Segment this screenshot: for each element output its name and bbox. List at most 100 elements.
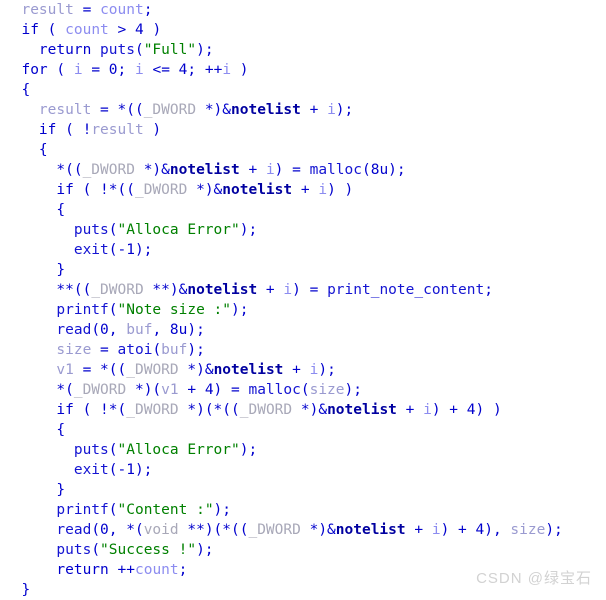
code-line[interactable]: exit(-1);: [0, 240, 606, 260]
code-line[interactable]: printf("Note size :");: [0, 300, 606, 320]
code-token-plain: *)&: [187, 182, 223, 198]
code-token-func: read: [56, 322, 92, 338]
code-line[interactable]: *(_DWORD *)(v1 + 4) = malloc(size);: [0, 380, 606, 400]
code-line[interactable]: **((_DWORD **)&notelist + i) = print_not…: [0, 280, 606, 300]
code-line[interactable]: if ( !result ): [0, 120, 606, 140]
code-token-var: buf: [161, 342, 188, 358]
code-token-plain: ;: [178, 562, 188, 578]
code-line[interactable]: if ( !*(_DWORD *)(*((_DWORD *)&notelist …: [0, 400, 606, 420]
code-line[interactable]: {: [0, 80, 606, 100]
code-token-plain: *(: [4, 382, 74, 398]
code-line[interactable]: size = atoi(buf);: [0, 340, 606, 360]
code-token-plain: *)&: [178, 362, 214, 378]
code-token-loopvar: i: [318, 182, 328, 198]
code-token-plain: (-1);: [108, 462, 153, 478]
code-token-plain: + 4) =: [178, 382, 249, 398]
code-token-plain: {: [4, 82, 31, 98]
code-token-plain: ) =: [292, 282, 328, 298]
code-token-func: atoi: [117, 342, 153, 358]
code-line[interactable]: puts("Alloca Error");: [0, 220, 606, 240]
code-token-plain: = *((: [91, 102, 144, 118]
code-line[interactable]: return ++count;: [0, 560, 606, 580]
code-token-type: _DWORD: [248, 522, 301, 538]
code-token-plain: );: [335, 102, 354, 118]
code-token-loopvar: i: [265, 162, 275, 178]
code-token-global: notelist: [327, 402, 397, 418]
code-token-type: _DWORD: [134, 182, 188, 198]
code-token-plain: +: [283, 362, 310, 378]
code-token-var: size: [309, 382, 345, 398]
code-token-func: puts: [73, 222, 109, 238]
code-line[interactable]: exit(-1);: [0, 460, 606, 480]
code-token-loopvar: i: [423, 402, 432, 418]
code-token-type: _DWORD: [73, 382, 127, 398]
code-line[interactable]: {: [0, 200, 606, 220]
code-line[interactable]: puts("Success !");: [0, 540, 606, 560]
code-line[interactable]: }: [0, 260, 606, 280]
code-token-plain: );: [231, 302, 249, 318]
code-token-var: result: [91, 122, 144, 138]
code-token-plain: );: [545, 522, 563, 538]
code-token-loopvar: i: [327, 102, 336, 118]
code-line[interactable]: {: [0, 420, 606, 440]
code-token-plain: (0, *(: [91, 522, 144, 538]
code-line[interactable]: puts("Alloca Error");: [0, 440, 606, 460]
code-token-plain: ) + 4),: [440, 522, 511, 538]
code-token-var: result: [38, 102, 92, 118]
code-token-func: printf: [56, 502, 109, 518]
code-line[interactable]: printf("Content :");: [0, 500, 606, 520]
code-token-global: notelist: [169, 162, 240, 178]
code-token-plain: }: [4, 482, 66, 498]
code-token-plain: *)&: [196, 102, 232, 118]
code-line[interactable]: if ( count > 4 ): [0, 20, 606, 40]
code-token-plain: (: [108, 502, 118, 518]
code-token-keyword: if: [56, 182, 74, 198]
code-token-plain: *)&: [300, 522, 336, 538]
code-token-plain: ) + 4) ): [431, 402, 502, 418]
code-token-keyword: return: [56, 562, 109, 578]
code-line[interactable]: }: [0, 480, 606, 500]
code-line[interactable]: result = *((_DWORD *)&notelist + i);: [0, 100, 606, 120]
code-token-func: puts: [73, 442, 109, 458]
code-token-plain: ): [143, 122, 162, 138]
code-line[interactable]: result = count;: [0, 0, 606, 20]
code-token-loopvar: i: [431, 522, 441, 538]
code-token-plain: (: [108, 222, 118, 238]
code-token-type: void: [143, 522, 179, 538]
code-token-plain: +: [292, 182, 319, 198]
code-line[interactable]: {: [0, 140, 606, 160]
code-line[interactable]: read(0, *(void **)(*((_DWORD *)&notelist…: [0, 520, 606, 540]
code-line[interactable]: if ( !*((_DWORD *)&notelist + i) ): [0, 180, 606, 200]
code-token-type: _DWORD: [91, 282, 144, 298]
code-token-plain: =: [73, 2, 101, 18]
code-line[interactable]: for ( i = 0; i <= 4; ++i ): [0, 60, 606, 80]
pseudocode-code-view[interactable]: result = count; if ( count > 4 ) return …: [0, 0, 606, 600]
code-token-var: result: [21, 2, 74, 18]
code-line[interactable]: read(0, buf, 8u);: [0, 320, 606, 340]
code-token-var: v1: [56, 362, 74, 378]
code-token-func: puts: [100, 42, 135, 58]
code-token-plain: **)(*((: [178, 522, 249, 538]
code-token-plain: (: [38, 22, 66, 38]
code-line[interactable]: return puts("Full");: [0, 40, 606, 60]
code-token-plain: +: [405, 522, 432, 538]
code-line[interactable]: }: [0, 580, 606, 600]
code-token-plain: );: [239, 222, 258, 238]
code-token-type: _DWORD: [126, 402, 179, 418]
code-token-plain: *((: [4, 162, 83, 178]
code-token-global: notelist: [231, 102, 301, 118]
code-line[interactable]: v1 = *((_DWORD *)&notelist + i);: [0, 360, 606, 380]
code-token-keyword: return: [38, 42, 92, 58]
code-line[interactable]: *((_DWORD *)&notelist + i) = malloc(8u);: [0, 160, 606, 180]
code-token-func: malloc: [248, 382, 301, 398]
code-token-plain: ;: [143, 2, 153, 18]
code-token-keyword: if: [38, 122, 57, 138]
code-token-plain: ( !*((: [73, 182, 135, 198]
